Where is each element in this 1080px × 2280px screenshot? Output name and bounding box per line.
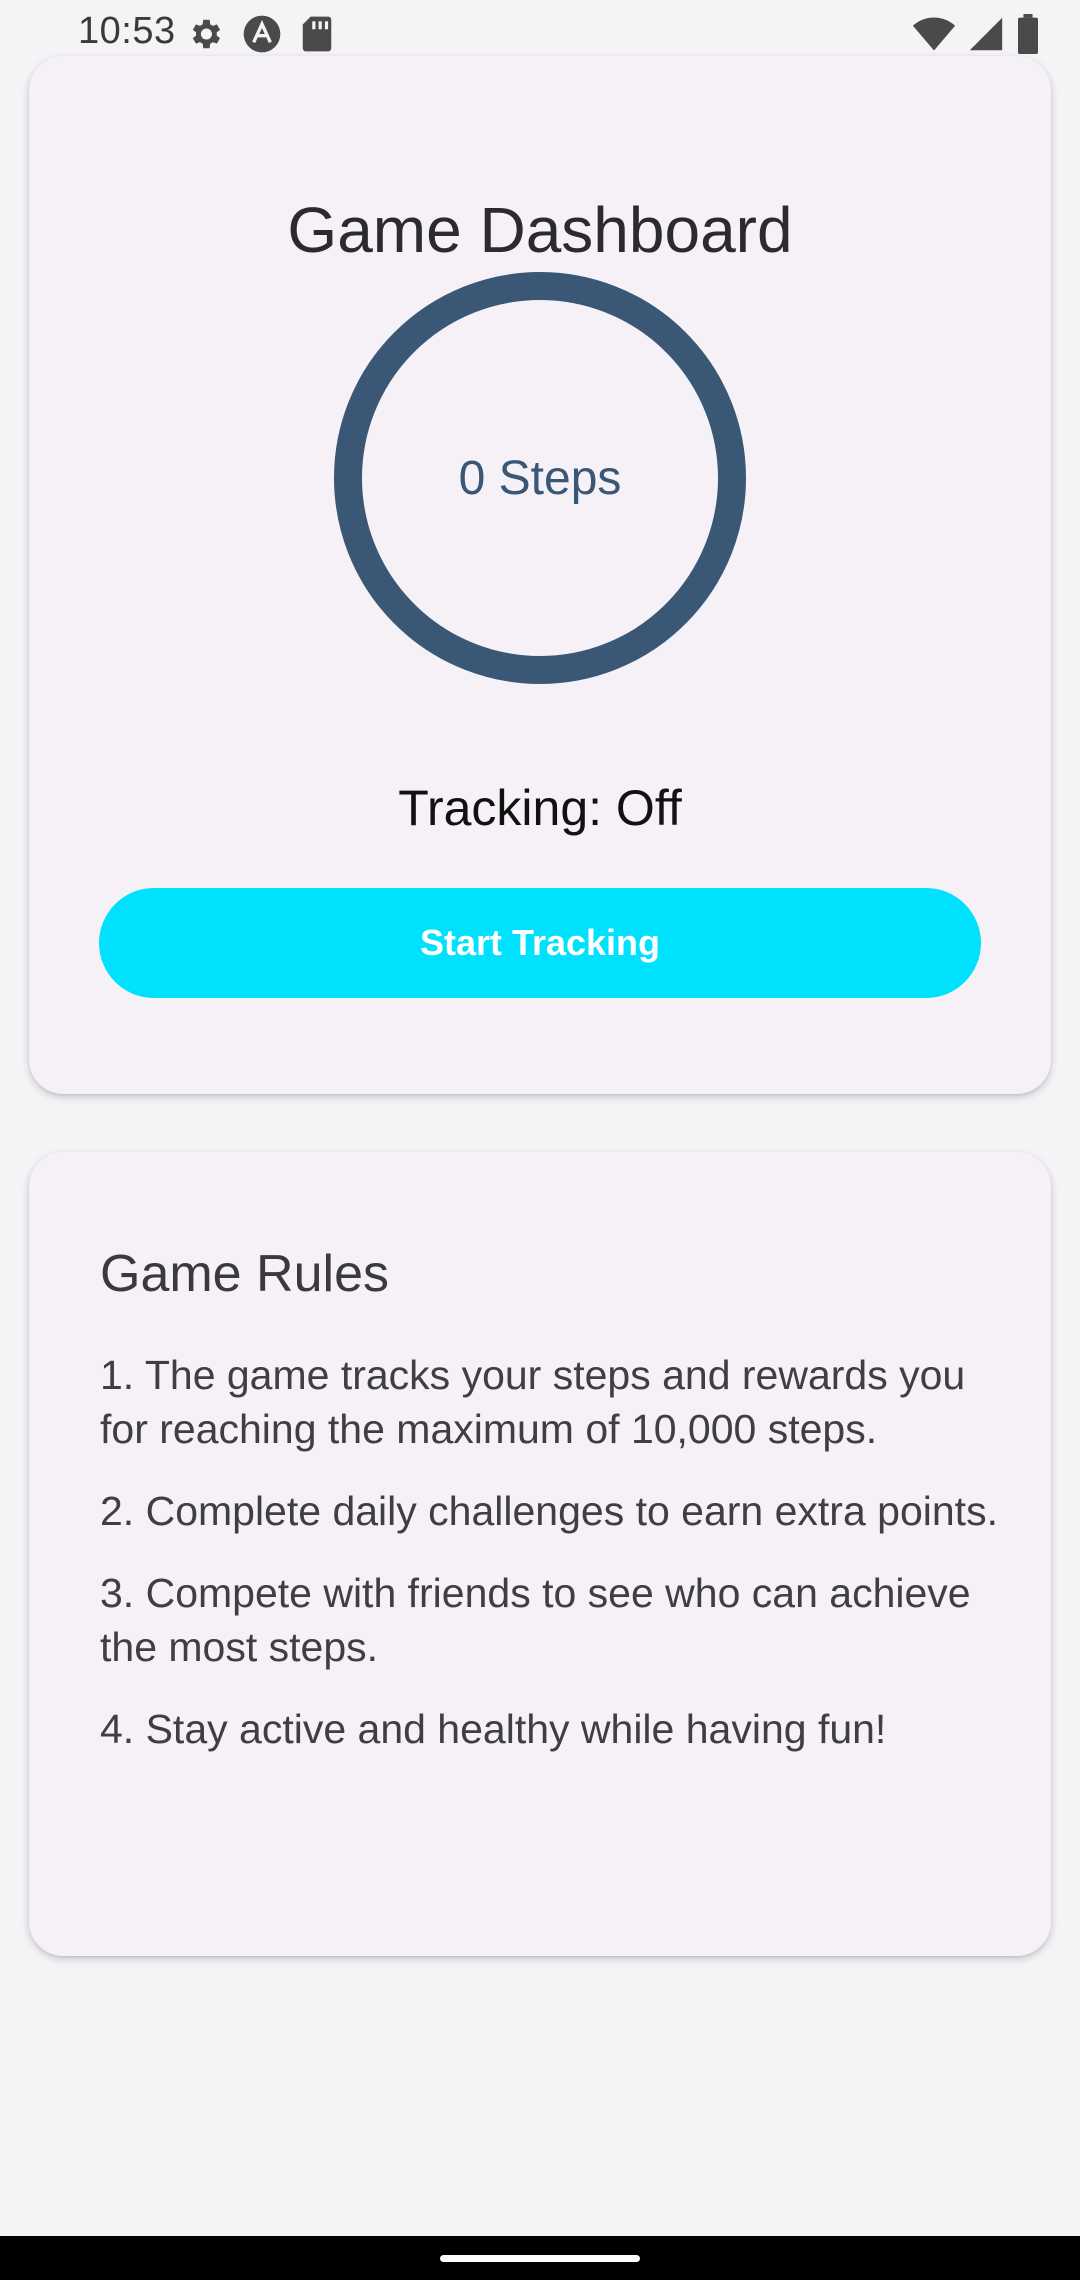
- status-icons-left: [186, 14, 334, 59]
- dashboard-title: Game Dashboard: [287, 194, 793, 266]
- rule-item: 4. Stay active and healthy while having …: [100, 1706, 887, 1752]
- dashboard-card: Game Dashboard 0 Steps Tracking: Off Sta…: [29, 56, 1051, 1094]
- sd-card-icon: [300, 15, 334, 58]
- steps-count: 0 Steps: [458, 451, 622, 505]
- rules-card: Game Rules 1. The game tracks your steps…: [29, 1152, 1051, 1956]
- signal-icon: [968, 15, 1004, 58]
- status-time: 10:53: [78, 10, 176, 52]
- rules-list: 1. The game tracks your steps and reward…: [100, 1348, 1000, 1784]
- rule-item: 2. Complete daily challenges to earn ext…: [100, 1488, 998, 1534]
- home-indicator[interactable]: [440, 2255, 640, 2262]
- rule-item: 1. The game tracks your steps and reward…: [100, 1352, 966, 1452]
- steps-progress-ring: 0 Steps: [334, 272, 746, 684]
- status-bar: 10:53: [0, 0, 1080, 64]
- settings-icon: [186, 15, 224, 58]
- wifi-icon: [912, 15, 956, 58]
- app-icon: [242, 14, 282, 59]
- rule-item: 3. Compete with friends to see who can a…: [100, 1570, 971, 1670]
- battery-icon: [1016, 14, 1040, 59]
- rules-title: Game Rules: [100, 1245, 389, 1303]
- start-tracking-button[interactable]: Start Tracking: [99, 888, 981, 998]
- navigation-bar: [0, 2236, 1080, 2280]
- tracking-status: Tracking: Off: [398, 780, 682, 836]
- status-icons-right: [912, 14, 1040, 59]
